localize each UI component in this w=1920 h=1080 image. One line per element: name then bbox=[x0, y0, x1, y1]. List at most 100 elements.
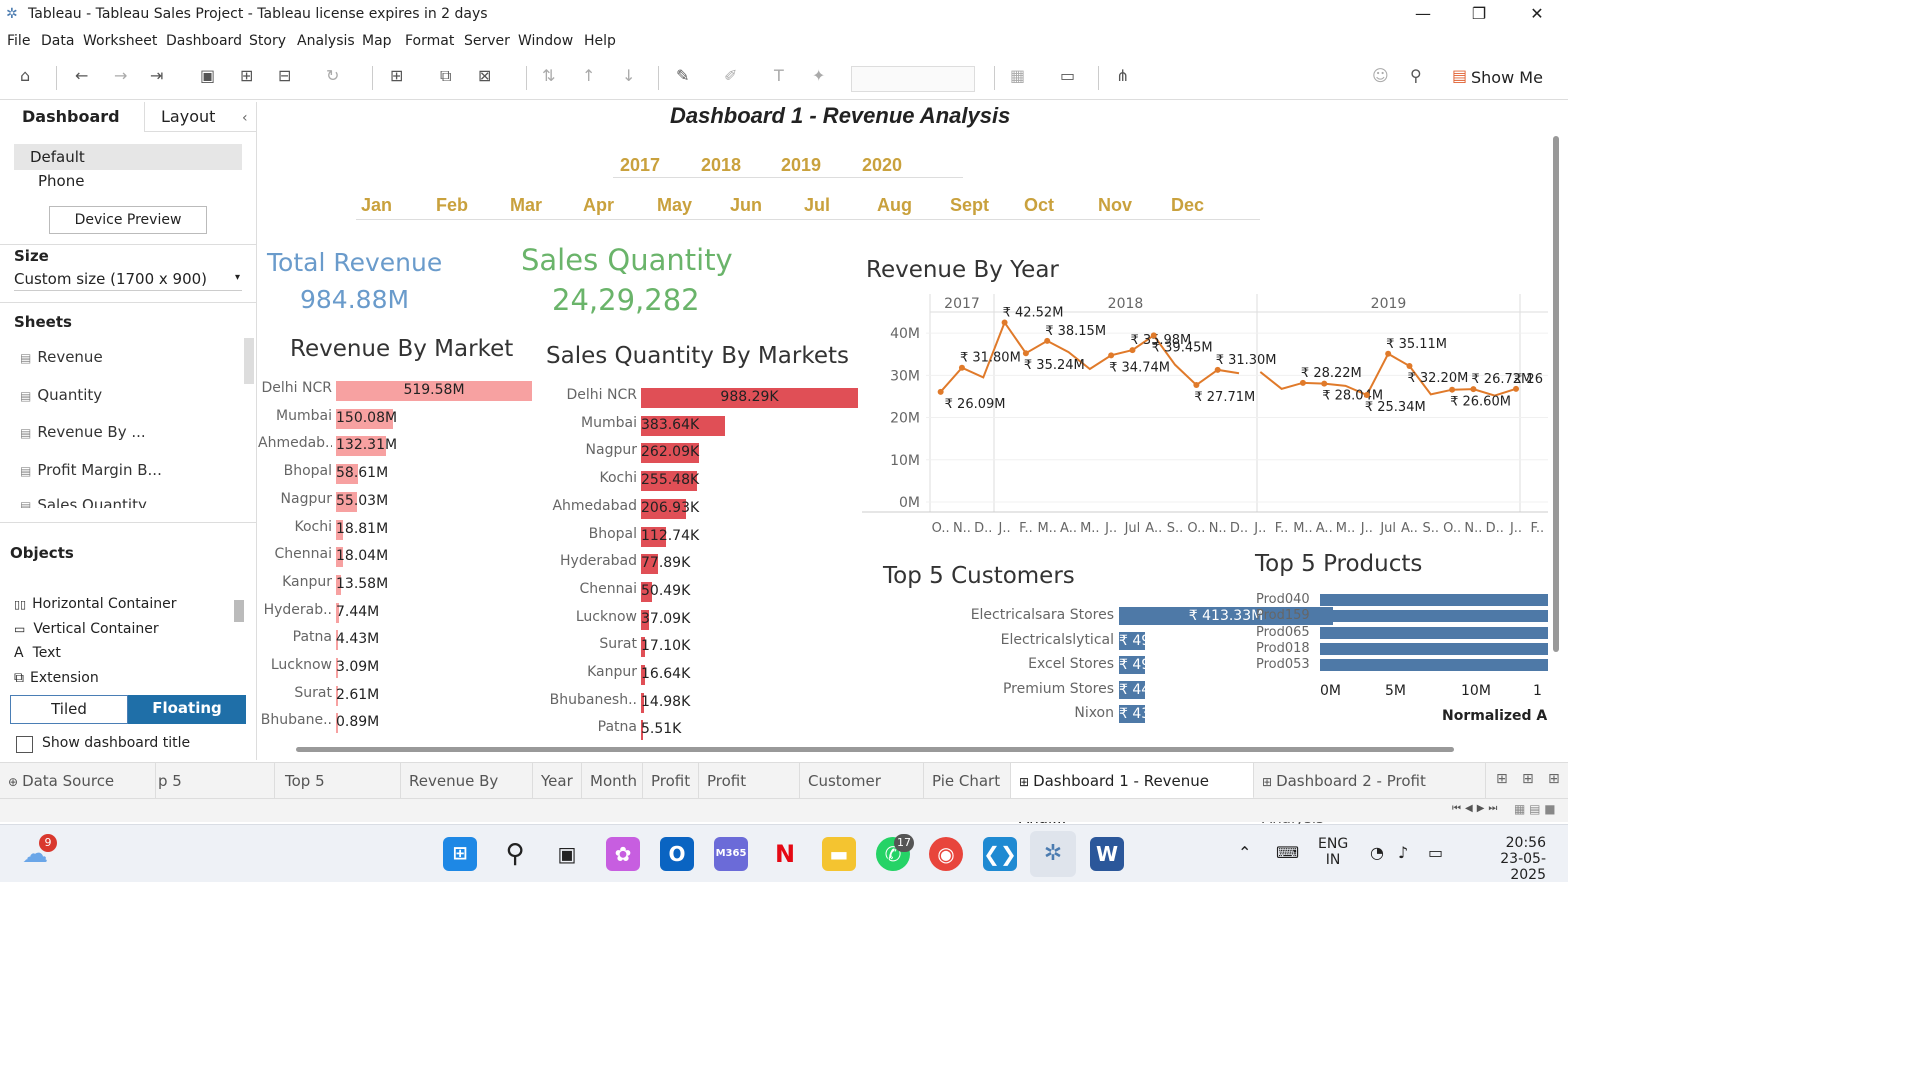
object-vertical-container[interactable]: ▭ Vertical Container bbox=[14, 621, 159, 637]
show-me-button[interactable]: Show Me bbox=[1471, 68, 1543, 87]
format-painter-icon[interactable]: ⚲ bbox=[1410, 66, 1422, 85]
tab-revenue-by-year[interactable]: Revenue By Year bbox=[401, 763, 533, 826]
chevron-up-icon[interactable]: ⌃ bbox=[1238, 843, 1251, 862]
swap-icon[interactable]: ⇅ bbox=[542, 66, 555, 85]
replay-icon[interactable]: ⇥ bbox=[150, 66, 163, 85]
close-button[interactable]: ✕ bbox=[1514, 3, 1560, 27]
tab-customer-table[interactable]: Customer table bbox=[800, 763, 924, 826]
tiled-button[interactable]: Tiled bbox=[10, 695, 128, 724]
dashboard-vertical-scrollbar[interactable] bbox=[1553, 136, 1559, 652]
menu-analysis[interactable]: Analysis bbox=[297, 33, 355, 49]
sheets-scrollbar[interactable] bbox=[244, 338, 254, 384]
year-filter-2017[interactable]: 2017 bbox=[620, 155, 660, 176]
volume-icon[interactable]: ♪ bbox=[1398, 843, 1408, 862]
vscode-icon[interactable]: ❮❯ bbox=[983, 837, 1017, 871]
month-filter-sept[interactable]: Sept bbox=[950, 195, 989, 216]
ai-icon[interactable]: ☺ bbox=[1372, 66, 1389, 85]
menu-server[interactable]: Server bbox=[464, 33, 510, 49]
sort-desc-icon[interactable]: ↓ bbox=[622, 66, 635, 85]
size-dropdown[interactable]: Custom size (1700 x 900) ▾ bbox=[14, 270, 242, 291]
menu-file[interactable]: File bbox=[7, 33, 30, 49]
month-filter-apr[interactable]: Apr bbox=[583, 195, 614, 216]
presentation-icon[interactable]: ▭ bbox=[1060, 66, 1075, 85]
keyboard-icon[interactable]: ⌨ bbox=[1276, 843, 1299, 862]
home-icon[interactable]: ⌂ bbox=[20, 66, 30, 85]
tab-pie-chart[interactable]: Pie Chart bbox=[924, 763, 1011, 799]
menu-story[interactable]: Story bbox=[249, 33, 286, 49]
show-title-checkbox[interactable] bbox=[16, 736, 33, 753]
tab-dashboard-2[interactable]: ⊞Dashboard 2 - Profit Analysis bbox=[1254, 763, 1486, 827]
restore-button[interactable]: ❐ bbox=[1456, 3, 1502, 27]
new-dashboard-tab-icon[interactable]: ⊞ bbox=[1522, 771, 1534, 787]
menu-window[interactable]: Window bbox=[518, 33, 573, 49]
pause-icon[interactable]: ⊟ bbox=[278, 66, 291, 85]
sheet-item-revenue-by[interactable]: ▤ Revenue By ... bbox=[20, 423, 146, 441]
tab-profit-trend[interactable]: Profit Trend bbox=[699, 763, 800, 826]
minimize-button[interactable]: — bbox=[1400, 3, 1446, 27]
month-filter-feb[interactable]: Feb bbox=[436, 195, 468, 216]
object-extension[interactable]: ⧉ Extension bbox=[14, 670, 99, 686]
device-phone[interactable]: Phone bbox=[38, 172, 84, 190]
month-filter-jul[interactable]: Jul bbox=[804, 195, 830, 216]
labels-icon[interactable]: T bbox=[774, 66, 784, 85]
month-filter-dec[interactable]: Dec bbox=[1171, 195, 1204, 216]
collapse-icon[interactable]: ‹ bbox=[242, 110, 248, 126]
tab-month[interactable]: Month bbox=[582, 763, 643, 799]
share-icon[interactable]: ⋔ bbox=[1116, 66, 1129, 85]
tab-nav-icons[interactable]: ⏮◀▶⏭ bbox=[1452, 803, 1501, 814]
device-default[interactable]: Default bbox=[14, 144, 242, 170]
tab-dashboard[interactable]: Dashboard bbox=[0, 102, 144, 132]
menu-map[interactable]: Map bbox=[362, 33, 392, 49]
show-cards-icon[interactable]: ▦ bbox=[1010, 66, 1025, 85]
file-explorer-icon[interactable]: ▬ bbox=[822, 837, 856, 871]
device-preview-button[interactable]: Device Preview bbox=[49, 206, 207, 234]
netflix-icon[interactable]: N bbox=[768, 837, 802, 871]
month-filter-jan[interactable]: Jan bbox=[361, 195, 392, 216]
menu-help[interactable]: Help bbox=[584, 33, 616, 49]
redo-icon[interactable]: → bbox=[114, 66, 127, 85]
fit-dropdown[interactable] bbox=[851, 66, 975, 92]
object-text[interactable]: A Text bbox=[14, 645, 61, 661]
copilot-icon[interactable]: ✿ bbox=[606, 837, 640, 871]
month-filter-oct[interactable]: Oct bbox=[1024, 195, 1054, 216]
sort-asc-icon[interactable]: ↑ bbox=[582, 66, 595, 85]
month-filter-aug[interactable]: Aug bbox=[877, 195, 912, 216]
year-filter-2020[interactable]: 2020 bbox=[862, 155, 902, 176]
tab-top5-products[interactable]: Top 5 Products bbox=[277, 763, 401, 826]
sheet-item-profit-margin[interactable]: ▤ Profit Margin B... bbox=[20, 461, 162, 479]
undo-icon[interactable]: ← bbox=[75, 66, 88, 85]
wifi-icon[interactable]: ◔ bbox=[1370, 843, 1384, 862]
word-icon[interactable]: W bbox=[1090, 837, 1124, 871]
new-worksheet-icon[interactable]: ⊞ bbox=[390, 66, 403, 85]
chrome-icon[interactable]: ◉ bbox=[929, 837, 963, 871]
clock[interactable]: 20:56 23-05-2025 bbox=[1468, 835, 1546, 883]
tab-data-source[interactable]: ⊕ Data Source bbox=[0, 763, 156, 799]
floating-button[interactable]: Floating bbox=[128, 695, 246, 724]
tab-profit[interactable]: Profit bbox=[643, 763, 699, 799]
highlight-icon[interactable]: ✎ bbox=[676, 66, 689, 85]
language-indicator[interactable]: ENG IN bbox=[1318, 836, 1348, 868]
outlook-icon[interactable]: O bbox=[660, 837, 694, 871]
group-icon[interactable]: ✐ bbox=[724, 66, 737, 85]
start-icon[interactable]: ⊞ bbox=[443, 837, 477, 871]
year-filter-2018[interactable]: 2018 bbox=[701, 155, 741, 176]
objects-scrollbar[interactable] bbox=[234, 600, 244, 622]
year-filter-2019[interactable]: 2019 bbox=[781, 155, 821, 176]
month-filter-nov[interactable]: Nov bbox=[1098, 195, 1132, 216]
new-datasource-icon[interactable]: ⊞ bbox=[240, 66, 253, 85]
search-icon[interactable]: ⚲ bbox=[498, 837, 532, 871]
show-filmstrip-icon[interactable]: ▦ ▤ ■ bbox=[1514, 802, 1556, 816]
new-story-tab-icon[interactable]: ⊞ bbox=[1548, 771, 1560, 787]
month-filter-mar[interactable]: Mar bbox=[510, 195, 542, 216]
object-horizontal-container[interactable]: ▯▯ Horizontal Container bbox=[14, 596, 176, 612]
month-filter-jun[interactable]: Jun bbox=[730, 195, 762, 216]
menu-format[interactable]: Format bbox=[405, 33, 454, 49]
pin-icon[interactable]: ✦ bbox=[812, 66, 825, 85]
battery-icon[interactable]: ▭ bbox=[1428, 843, 1443, 862]
refresh-icon[interactable]: ↻ bbox=[326, 66, 339, 85]
sheet-item-quantity[interactable]: ▤ Quantity bbox=[20, 386, 102, 404]
new-worksheet-tab-icon[interactable]: ⊞ bbox=[1496, 771, 1508, 787]
tab-layout[interactable]: Layout bbox=[144, 102, 256, 132]
menu-data[interactable]: Data bbox=[41, 33, 74, 49]
menu-worksheet[interactable]: Worksheet bbox=[83, 33, 157, 49]
